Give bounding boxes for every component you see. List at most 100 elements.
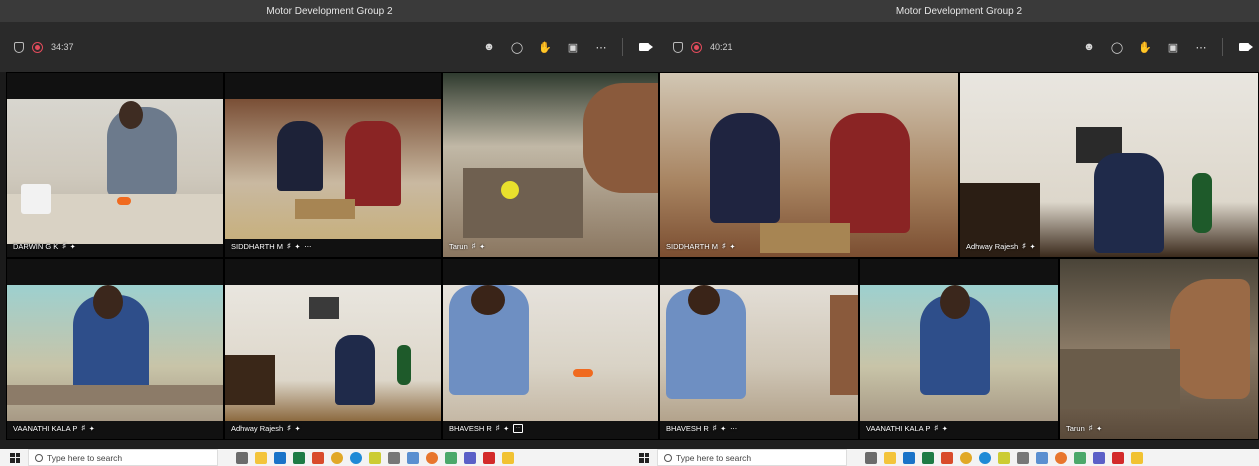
edge-icon[interactable]	[979, 451, 991, 464]
participant-name: VAANATHI KALA P ♯ ✦	[13, 424, 95, 433]
photos-icon[interactable]	[1036, 451, 1048, 464]
pin-icon[interactable]: ✦	[503, 425, 509, 433]
pin-icon[interactable]: ✦	[70, 243, 76, 251]
photos-icon[interactable]	[407, 451, 419, 464]
more-icon[interactable]: ⋯	[1194, 40, 1208, 54]
video-feed	[7, 285, 223, 421]
video-feed	[225, 99, 441, 239]
mic-off-icon: ♯	[471, 243, 476, 250]
video-feed	[225, 285, 441, 421]
more-options-icon[interactable]: ⋯	[730, 425, 737, 433]
more-options-icon[interactable]: ⋯	[513, 424, 524, 433]
weather-icon[interactable]	[502, 451, 514, 464]
participants-icon[interactable]: ☻	[1082, 40, 1096, 54]
window-title: Motor Development Group 2	[0, 0, 659, 22]
pin-icon[interactable]: ✦	[294, 243, 300, 251]
chrome-icon[interactable]	[331, 451, 343, 464]
excel-icon[interactable]	[293, 451, 305, 464]
excel-icon[interactable]	[922, 451, 934, 464]
edge-icon[interactable]	[350, 451, 362, 464]
participant-tile[interactable]: Adhway Rajesh ♯ ✦	[959, 72, 1259, 258]
settings-icon[interactable]	[1017, 451, 1029, 464]
video-feed	[7, 99, 223, 244]
meeting-timer: 34:37	[51, 42, 74, 52]
meeting-window-left: Motor Development Group 2 34:37 ☻ ◯ ✋ ▣ …	[0, 0, 659, 440]
mic-off-icon: ♯	[287, 425, 291, 432]
teams-icon[interactable]	[464, 451, 476, 464]
share-icon[interactable]: ▣	[1166, 40, 1180, 54]
firefox-icon[interactable]	[426, 451, 438, 464]
participant-name: Tarun ♯ ✦	[1066, 424, 1103, 433]
paint-icon[interactable]	[445, 451, 457, 464]
app-red-icon[interactable]	[941, 451, 953, 464]
participant-name: SIDDHARTH M ♯ ✦	[666, 242, 736, 251]
participant-tile[interactable]: Tarun ♯ ✦	[1059, 258, 1259, 440]
participant-tile[interactable]: BHAVESH R ♯ ✦ ⋯	[442, 258, 659, 440]
pin-icon[interactable]: ✦	[1096, 425, 1102, 433]
weather-icon[interactable]	[1131, 451, 1143, 464]
search-placeholder: Type here to search	[676, 452, 752, 463]
file-explorer-icon[interactable]	[255, 451, 267, 464]
chat-icon[interactable]: ◯	[510, 40, 524, 54]
search-icon	[35, 453, 43, 462]
participant-name: SIDDHARTH M ♯ ✦ ⋯	[231, 242, 312, 251]
outlook-icon[interactable]	[274, 451, 286, 464]
app-red-icon[interactable]	[312, 451, 324, 464]
participant-tile[interactable]: Adhway Rajesh ♯ ✦	[224, 258, 442, 440]
paint-icon[interactable]	[1074, 451, 1086, 464]
reactions-icon[interactable]: ✋	[538, 40, 552, 54]
firefox-icon[interactable]	[1055, 451, 1067, 464]
windows-start-icon[interactable]	[10, 452, 20, 463]
acrobat-icon[interactable]	[483, 451, 495, 464]
file-explorer-icon[interactable]	[884, 451, 896, 464]
recording-icon	[32, 41, 43, 53]
taskbar-search-input[interactable]: Type here to search	[28, 449, 218, 466]
camera-icon[interactable]	[637, 40, 653, 54]
search-placeholder: Type here to search	[47, 452, 123, 463]
task-view-icon[interactable]	[236, 451, 248, 464]
task-view-icon[interactable]	[865, 451, 877, 464]
participant-name: BHAVESH R ♯ ✦ ⋯	[666, 424, 738, 433]
meeting-toolbar: 40:21 ☻ ◯ ✋ ▣ ⋯	[659, 22, 1259, 72]
share-icon[interactable]: ▣	[566, 40, 580, 54]
mic-off-icon: ♯	[721, 243, 726, 250]
chat-icon[interactable]: ◯	[1110, 40, 1124, 54]
participant-name: Tarun ♯ ✦	[449, 242, 486, 251]
meeting-toolbar: 34:37 ☻ ◯ ✋ ▣ ⋯	[0, 22, 659, 72]
teams-icon[interactable]	[1093, 451, 1105, 464]
shield-icon	[14, 41, 24, 53]
participant-tile[interactable]: VAANATHI KALA P ♯ ✦	[6, 258, 224, 440]
pen-icon[interactable]	[369, 451, 381, 464]
camera-icon[interactable]	[1237, 40, 1253, 54]
windows-start-icon[interactable]	[639, 452, 649, 463]
video-feed	[443, 73, 658, 257]
pen-icon[interactable]	[998, 451, 1010, 464]
participant-tile[interactable]: Tarun ♯ ✦	[442, 72, 659, 258]
outlook-icon[interactable]	[903, 451, 915, 464]
taskbar-search-input[interactable]: Type here to search	[657, 449, 847, 466]
participants-icon[interactable]: ☻	[482, 40, 496, 54]
pin-icon[interactable]: ✦	[942, 425, 948, 433]
participant-tile[interactable]: DARWIN G K ♯ ✦	[6, 72, 224, 258]
participant-tile[interactable]: SIDDHARTH M ♯ ✦	[659, 72, 959, 258]
pin-icon[interactable]: ✦	[479, 243, 485, 251]
more-options-icon[interactable]: ⋯	[304, 243, 311, 251]
shield-icon	[673, 41, 683, 53]
chrome-icon[interactable]	[960, 451, 972, 464]
participant-tile[interactable]: BHAVESH R ♯ ✦ ⋯	[659, 258, 859, 440]
settings-icon[interactable]	[388, 451, 400, 464]
pin-icon[interactable]: ✦	[295, 425, 301, 433]
video-feed	[443, 285, 658, 421]
mic-off-icon: ♯	[495, 425, 500, 432]
participant-tile[interactable]: VAANATHI KALA P ♯ ✦	[859, 258, 1059, 440]
more-icon[interactable]: ⋯	[594, 40, 608, 54]
participant-tile[interactable]: SIDDHARTH M ♯ ✦ ⋯	[224, 72, 442, 258]
pin-icon[interactable]: ✦	[720, 425, 726, 433]
acrobat-icon[interactable]	[1112, 451, 1124, 464]
pin-icon[interactable]: ✦	[89, 425, 95, 433]
pin-icon[interactable]: ✦	[1030, 243, 1036, 251]
video-grid: SIDDHARTH M ♯ ✦ Adhway Rajesh ♯ ✦ BHAVESH R ♯…	[659, 72, 1259, 440]
participant-name: Adhway Rajesh ♯ ✦	[231, 424, 301, 433]
pin-icon[interactable]: ✦	[729, 243, 735, 251]
reactions-icon[interactable]: ✋	[1138, 40, 1152, 54]
